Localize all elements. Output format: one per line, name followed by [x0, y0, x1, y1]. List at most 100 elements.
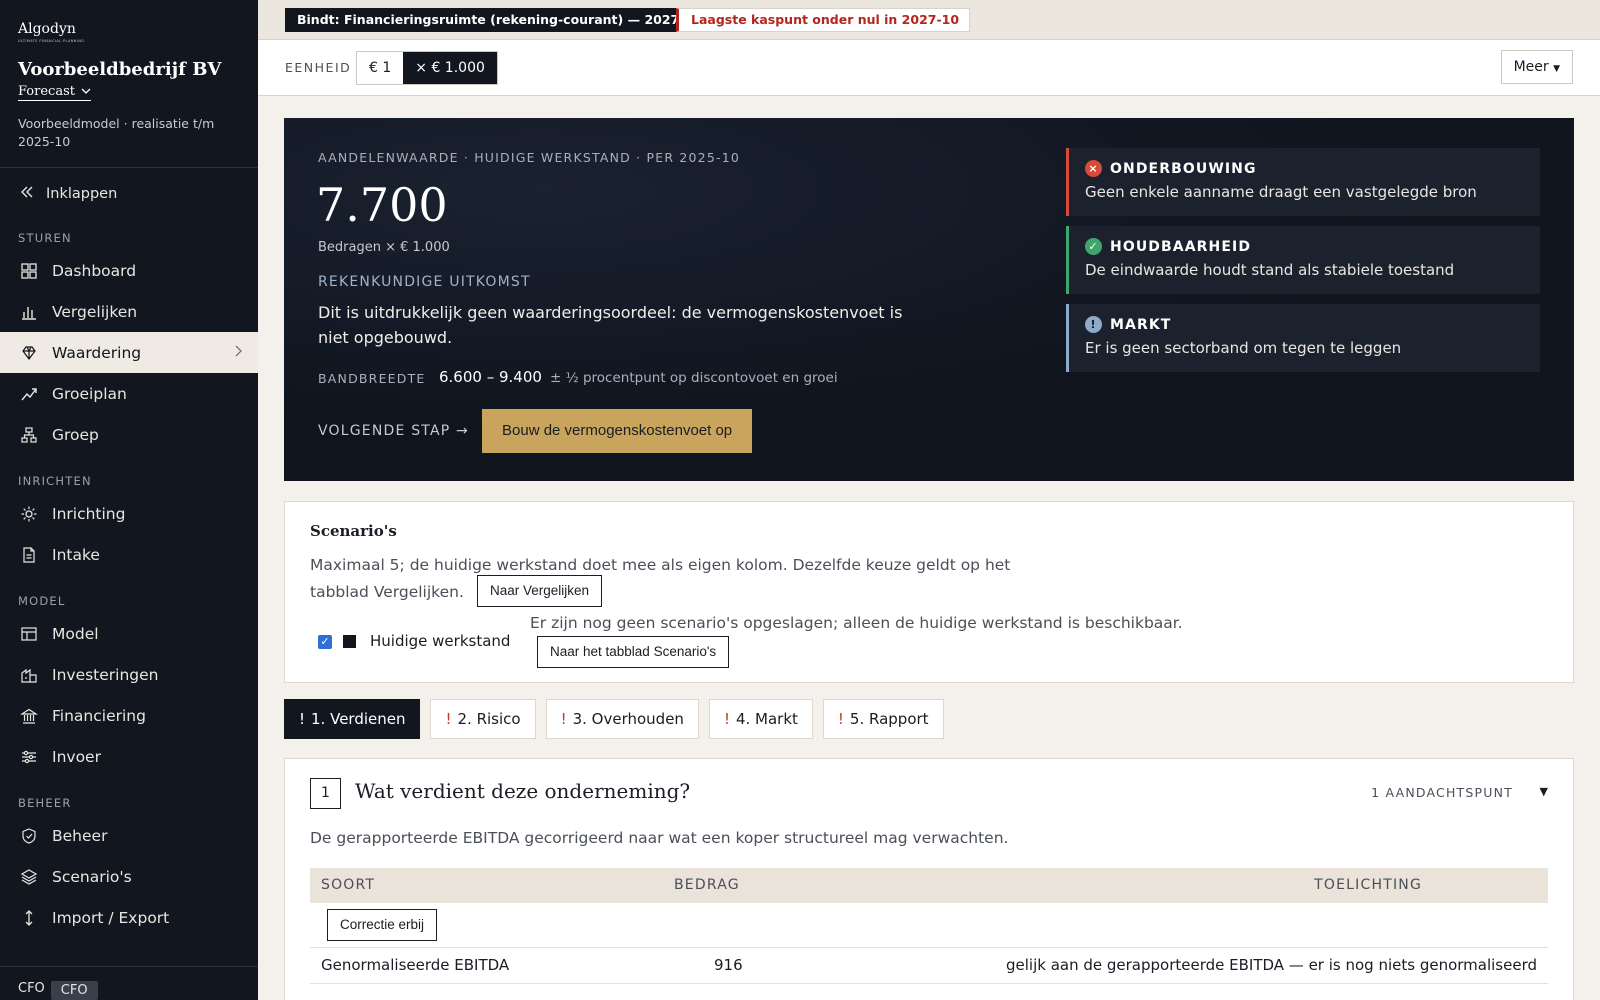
sidebar-item-import-export[interactable]: Import / Export	[0, 897, 258, 938]
sidebar-item-waardering[interactable]: Waardering	[0, 332, 258, 373]
unit-label: EENHEID	[285, 60, 352, 75]
sidebar-item-label: Investeringen	[52, 665, 159, 684]
tab-verdienen[interactable]: ! 1. Verdienen	[284, 699, 421, 739]
warning-exclamation-icon: !	[560, 710, 567, 728]
document-icon	[20, 546, 38, 564]
tab-label: 2. Risico	[457, 710, 521, 728]
sidebar-item-financiering[interactable]: Financiering	[0, 695, 258, 736]
hero-disclaimer: Dit is uitdrukkelijk geen waarderingsoor…	[318, 303, 903, 347]
tab-label: 4. Markt	[735, 710, 798, 728]
cash-warning-badge[interactable]: Laagste kaspunt onder nul in 2027-10	[676, 8, 971, 32]
row-note: gelijk aan de gerapporteerde EBITDA — er…	[1005, 956, 1537, 974]
table-icon	[20, 625, 38, 643]
unit-option-1000[interactable]: × € 1.000	[403, 52, 497, 84]
sidebar-item-invoer[interactable]: Invoer	[0, 736, 258, 777]
mode-selector[interactable]: Forecast	[18, 84, 91, 101]
sidebar-item-investeringen[interactable]: Investeringen	[0, 654, 258, 695]
sidebar-item-label: Scenario's	[52, 867, 132, 886]
logo-tagline: ULTIMATE FINANCIAL PLANNING	[18, 39, 85, 43]
collapse-label: Inklappen	[46, 186, 118, 202]
warning-exclamation-icon: !	[837, 710, 844, 728]
current-state-checkbox[interactable]: ✓	[318, 635, 332, 649]
sidebar-item-label: Groep	[52, 425, 99, 444]
section-title: Wat verdient deze onderneming?	[355, 779, 691, 803]
sidebar-item-scenarios[interactable]: Scenario's	[0, 856, 258, 897]
sidebar: Algodyn ULTIMATE FINANCIAL PLANNING Voor…	[0, 0, 258, 1000]
check-title: HOUDBAARHEID	[1110, 238, 1252, 255]
build-cost-of-capital-button[interactable]: Bouw de vermogenskostenvoet op	[482, 409, 753, 453]
sidebar-item-beheer[interactable]: Beheer	[0, 815, 258, 856]
row-type: Genormaliseerde EBITDA	[321, 956, 510, 974]
collapse-button[interactable]: Inklappen	[0, 168, 258, 220]
check-onderbouwing[interactable]: × ONDERBOUWING Geen enkele aanname draag…	[1066, 148, 1540, 216]
nav-section-sturen: STUREN	[18, 231, 72, 245]
tab-rapport[interactable]: ! 5. Rapport	[822, 699, 944, 739]
amount-unit-note: Bedragen × € 1.000	[318, 240, 450, 255]
band-label: BANDBREEDTE	[318, 371, 426, 386]
scenarios-description: Maximaal 5; de huidige werkstand doet me…	[310, 556, 1011, 601]
check-markt[interactable]: ! MARKT Er is geen sectorband om tegen t…	[1066, 304, 1540, 372]
sidebar-item-label: Inrichting	[52, 504, 126, 523]
warning-exclamation-icon: !	[445, 710, 452, 728]
check-houdbaarheid[interactable]: ✓ HOUDBAARHEID De eindwaarde houdt stand…	[1066, 226, 1540, 294]
scenarios-title: Scenario's	[310, 522, 397, 540]
error-x-icon: ×	[1085, 160, 1102, 177]
unit-toolbar: EENHEID € 1 × € 1.000 Meer ▼	[258, 40, 1600, 96]
more-menu-button[interactable]: Meer ▼	[1500, 50, 1573, 84]
logo: Algodyn	[18, 21, 76, 37]
chevron-down-icon	[81, 84, 91, 99]
band-value: 6.600 – 9.400	[439, 368, 542, 386]
check-title: ONDERBOUWING	[1110, 160, 1257, 177]
to-scenarios-tab-button[interactable]: Naar het tabblad Scenario's	[537, 636, 730, 668]
attention-count: 1 AANDACHTSPUNT	[1371, 785, 1513, 800]
model-description: Voorbeeldmodel · realisatie t/m 2025-10	[18, 116, 215, 149]
hierarchy-icon	[20, 426, 38, 444]
sidebar-item-label: Waardering	[52, 343, 142, 362]
hero-kicker: AANDELENWAARDE · HUIDIGE WERKSTAND · PER…	[318, 150, 741, 165]
tab-overhouden[interactable]: ! 3. Overhouden	[545, 699, 699, 739]
earnings-section: 1 Wat verdient deze onderneming? 1 AANDA…	[284, 758, 1574, 1000]
tab-risico[interactable]: ! 2. Risico	[430, 699, 536, 739]
check-text: De eindwaarde houdt stand als stabiele t…	[1085, 261, 1455, 279]
sidebar-item-vergelijken[interactable]: Vergelijken	[0, 291, 258, 332]
chevron-right-icon	[234, 345, 242, 360]
caret-down-icon[interactable]: ▼	[1540, 785, 1548, 798]
to-compare-button[interactable]: Naar Vergelijken	[477, 575, 603, 607]
tab-markt[interactable]: ! 4. Markt	[708, 699, 813, 739]
sidebar-item-groeiplan[interactable]: Groeiplan	[0, 373, 258, 414]
binding-constraint-badge[interactable]: Bindt: Financieringsruimte (rekening-cou…	[285, 8, 714, 32]
sidebar-item-groep[interactable]: Groep	[0, 414, 258, 455]
bank-icon	[20, 707, 38, 725]
table-header: SOORT BEDRAG TOELICHTING	[310, 868, 1548, 903]
sidebar-item-label: Vergelijken	[52, 302, 138, 321]
band-note: ± ½ procentpunt op discontovoet en groei	[550, 370, 838, 386]
nav-section-model: MODEL	[18, 594, 66, 608]
sidebar-item-inrichting[interactable]: Inrichting	[0, 493, 258, 534]
series-color-swatch	[343, 635, 356, 648]
valuation-tabs: ! 1. Verdienen ! 2. Risico ! 3. Overhouden …	[284, 699, 944, 739]
unit-option-1[interactable]: € 1	[357, 52, 403, 84]
tab-label: 3. Overhouden	[572, 710, 684, 728]
bar-chart-icon	[20, 303, 38, 321]
sidebar-item-label: Dashboard	[52, 261, 137, 280]
user-footer: CFO CFO	[0, 966, 258, 1000]
tab-label: 5. Rapport	[849, 710, 929, 728]
hero-subtitle: REKENKUNDIGE UITKOMST	[318, 274, 531, 290]
role-label: CFO	[18, 981, 45, 996]
row-amount: 916	[714, 956, 743, 974]
role-chip[interactable]: CFO	[50, 981, 98, 1000]
mode-label: Forecast	[18, 84, 75, 99]
sun-gear-icon	[20, 505, 38, 523]
section-number: 1	[310, 778, 341, 809]
grid-icon	[20, 262, 38, 280]
add-correction-button[interactable]: Correctie erbij	[327, 909, 438, 941]
sidebar-item-intake[interactable]: Intake	[0, 534, 258, 575]
check-text: Er is geen sectorband om tegen te leggen	[1085, 339, 1402, 357]
sidebar-item-label: Financiering	[52, 706, 146, 725]
double-chevron-left-icon	[20, 186, 34, 202]
sidebar-item-model[interactable]: Model	[0, 613, 258, 654]
info-exclamation-icon: !	[1085, 316, 1102, 333]
sidebar-item-dashboard[interactable]: Dashboard	[0, 250, 258, 291]
table-row: Genormaliseerde EBITDA 916 gelijk aan de…	[310, 948, 1548, 984]
unit-toggle: € 1 × € 1.000	[356, 51, 498, 85]
